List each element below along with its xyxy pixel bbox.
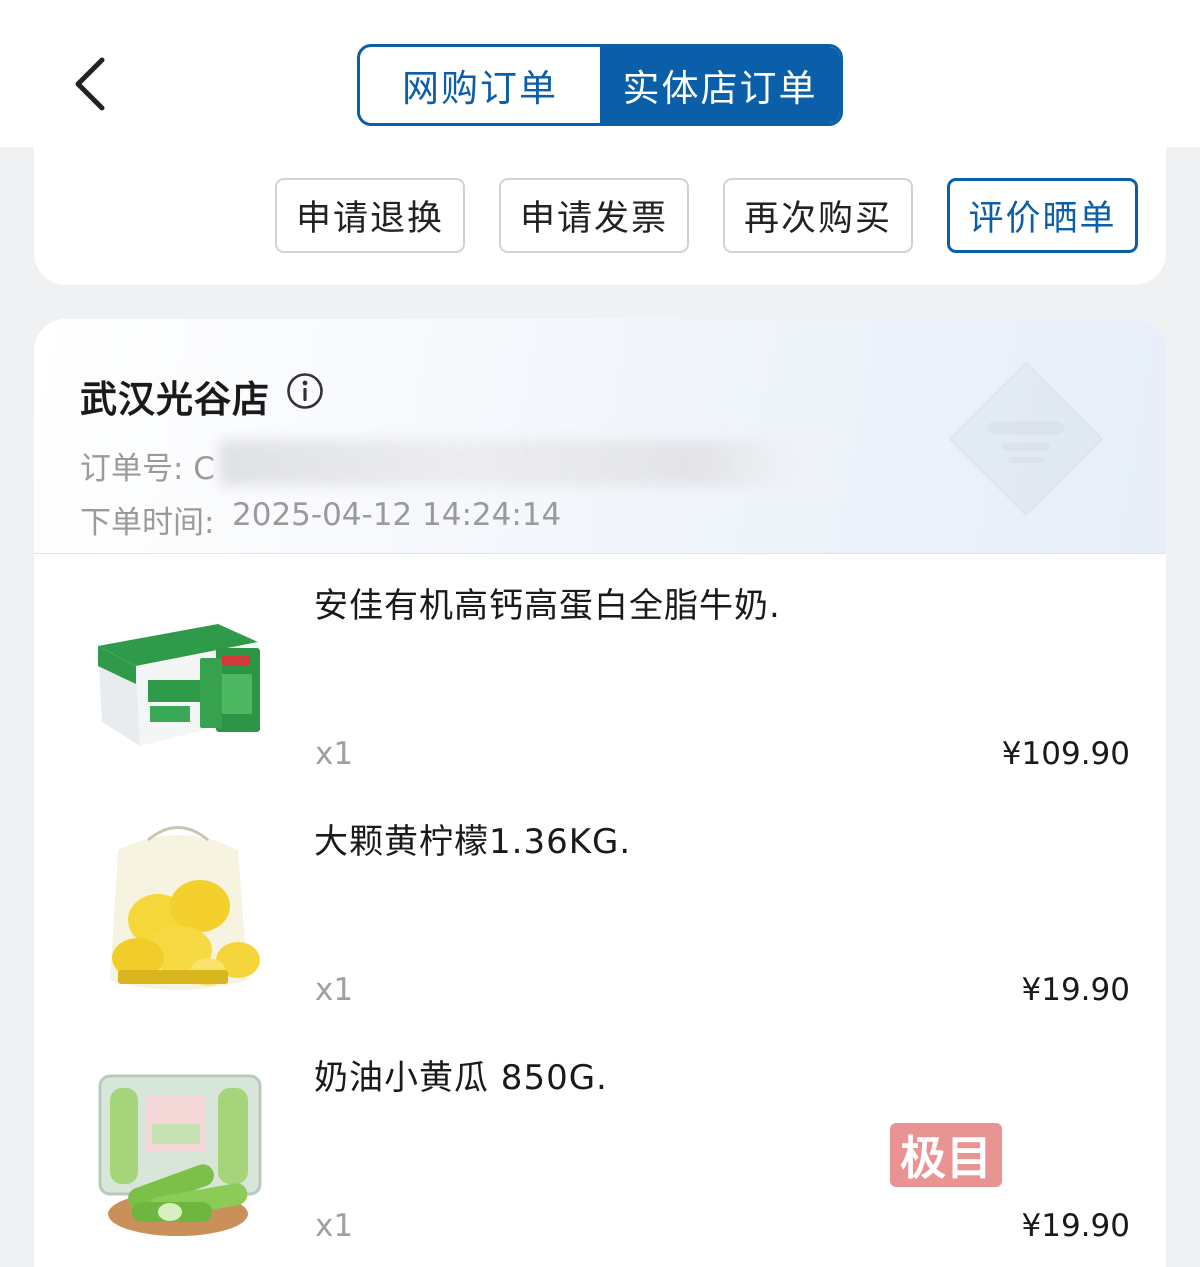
order-item[interactable]: 大颗黄柠檬1.36KG. x1 ¥19.90	[34, 790, 1166, 1026]
item-price: ¥19.90	[1021, 972, 1130, 1008]
buy-again-button[interactable]: 再次购买	[723, 178, 913, 253]
review-button[interactable]: 评价晒单	[947, 178, 1138, 253]
order-number: 订单号: C	[80, 451, 215, 487]
tab-online-orders[interactable]: 网购订单	[360, 47, 600, 123]
order-type-switch: 网购订单 实体店订单	[357, 44, 843, 126]
info-icon[interactable]	[286, 372, 324, 410]
item-quantity: x1	[315, 972, 354, 1008]
order-actions-card: 申请退换 申请发票 再次购买 评价晒单	[34, 147, 1166, 285]
item-name: 大颗黄柠檬1.36KG.	[314, 822, 632, 862]
order-time-label: 下单时间:	[80, 505, 215, 541]
milk-box-image	[98, 624, 260, 746]
lemon-bag-image	[110, 826, 260, 990]
order-time: 2025-04-12 14:24:14	[232, 497, 562, 533]
order-header: 武汉光谷店 订单号: C 下单时间: 2025-04-12 14:24:14	[34, 319, 1166, 554]
back-button[interactable]	[60, 52, 120, 116]
chevron-left-icon	[75, 57, 105, 111]
apply-invoice-button[interactable]: 申请发票	[499, 178, 689, 253]
apply-return-button[interactable]: 申请退换	[275, 178, 465, 253]
item-name: 奶油小黄瓜 850G.	[314, 1058, 608, 1098]
cucumber-box-image	[98, 1074, 262, 1236]
item-price: ¥19.90	[1021, 1208, 1130, 1244]
item-quantity: x1	[315, 1208, 354, 1244]
order-item[interactable]: 安佳有机高钙高蛋白全脂牛奶. x1 ¥109.90	[34, 554, 1166, 790]
item-price: ¥109.90	[1001, 736, 1130, 772]
item-quantity: x1	[315, 736, 354, 772]
top-bar: 网购订单 实体店订单	[0, 0, 1200, 147]
item-name: 安佳有机高钙高蛋白全脂牛奶.	[314, 586, 781, 626]
order-number-redaction	[219, 440, 819, 486]
tab-store-orders[interactable]: 实体店订单	[600, 47, 840, 123]
store-name: 武汉光谷店	[80, 378, 270, 421]
sams-club-logo	[948, 361, 1104, 517]
watermark-logo: 极目	[890, 1123, 1002, 1187]
